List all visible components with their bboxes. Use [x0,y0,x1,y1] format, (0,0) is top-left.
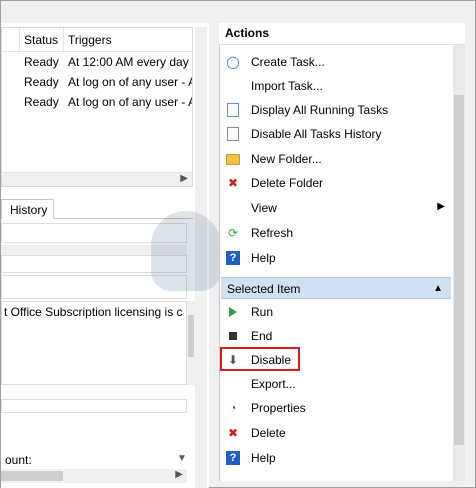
blank-icon [225,376,241,392]
action-delete[interactable]: ✖ Delete [221,422,451,444]
action-label: End [251,329,273,343]
folder-icon [225,151,241,167]
action-import-task[interactable]: Import Task... [221,75,451,97]
action-label: Import Task... [251,79,323,93]
scroll-thumb[interactable] [454,95,464,445]
refresh-icon: ⟳ [227,226,239,240]
description-field[interactable]: t Office Subscription licensing is c [1,301,187,385]
action-label: Delete Folder [251,176,324,190]
status-cell: Ready [24,75,59,89]
action-label: Properties [251,401,306,415]
task-list-horizontal-scrollbar[interactable]: ▶ [2,172,192,186]
action-delete-folder[interactable]: ✖ Delete Folder [221,172,451,194]
count-label: ount: [5,453,32,467]
disable-highlight-box [220,347,300,371]
history-icon [225,126,241,142]
action-properties[interactable]: ◔ Properties [221,397,451,419]
column-header-status[interactable]: Status [20,28,64,51]
task-list-header: Status Triggers [2,28,192,52]
action-label: Create Task... [251,55,325,69]
blank-icon [225,200,241,216]
end-icon [225,328,241,344]
table-row[interactable]: Ready At log on of any user - Afte [2,92,192,112]
running-tasks-icon [225,102,241,118]
help-icon: ? [225,450,241,466]
details-field[interactable] [1,223,187,243]
task-list[interactable]: Status Triggers Ready At 12:00 AM every … [1,27,193,187]
action-label: Run [251,305,274,319]
details-tabs: History [1,199,193,219]
details-separator [1,245,187,255]
action-label: Delete [251,426,286,440]
trigger-cell: At 12:00 AM every day [68,55,189,69]
details-field[interactable] [1,255,187,273]
details-horizontal-scrollbar[interactable]: ▶ [1,469,187,483]
selected-item-header[interactable]: Selected Item ▲ [221,277,451,299]
action-label: New Folder... [251,152,322,166]
action-label: Help [251,251,276,265]
action-view[interactable]: View ▶ [221,197,451,219]
action-help[interactable]: ? Help [221,247,451,269]
left-pane-scrollbar[interactable] [195,27,207,488]
action-refresh[interactable]: ⟳ Refresh [221,222,451,244]
delete-icon: ✖ [227,176,239,190]
action-new-folder[interactable]: New Folder... [221,148,451,170]
action-label: View [251,201,277,215]
action-disable-tasks-history[interactable]: Disable All Tasks History [221,123,451,145]
action-label: Disable All Tasks History [251,127,382,141]
status-cell: Ready [24,55,59,69]
action-export[interactable]: Export... [221,373,451,395]
collapse-caret-icon[interactable]: ▲ [433,283,443,294]
blank-icon [225,78,241,94]
scroll-right-icon[interactable]: ▶ [175,469,183,480]
action-end[interactable]: End [221,325,451,347]
create-task-icon: ◯ [226,55,240,69]
trigger-cell: At log on of any user - Afte [68,75,192,89]
status-cell: Ready [24,95,59,109]
scroll-thumb[interactable] [1,471,63,481]
actions-title: Actions [219,23,465,45]
left-pane: Status Triggers Ready At 12:00 AM every … [1,23,209,488]
submenu-arrow-icon: ▶ [437,201,445,212]
scroll-right-icon[interactable]: ▶ [180,173,188,184]
table-row[interactable]: Ready At log on of any user - Afte [2,72,192,92]
run-icon [225,304,241,320]
column-header-triggers[interactable]: Triggers [64,28,192,51]
action-display-running-tasks[interactable]: Display All Running Tasks [221,99,451,121]
column-header-name[interactable] [2,28,20,51]
delete-icon: ✖ [227,426,239,440]
description-scrollbar[interactable] [187,301,195,385]
action-help-selected[interactable]: ? Help [221,447,451,469]
action-label: Help [251,451,276,465]
tab-history[interactable]: History [1,199,55,219]
action-label: Display All Running Tasks [251,103,389,117]
scroll-thumb[interactable] [188,315,194,357]
action-create-task[interactable]: ◯ Create Task... [221,51,451,73]
actions-scrollbar[interactable] [453,45,465,481]
scroll-down-icon[interactable]: ▼ [177,453,187,464]
trigger-cell: At log on of any user - Afte [68,95,192,109]
properties-icon: ◔ [229,401,237,415]
details-field[interactable] [1,275,187,299]
action-run[interactable]: Run [221,301,451,323]
selected-item-title: Selected Item [227,282,301,296]
action-label: Export... [251,377,296,391]
action-label: Refresh [251,226,294,240]
table-row[interactable]: Ready At 12:00 AM every day [2,52,192,72]
task-scheduler-window: Status Triggers Ready At 12:00 AM every … [0,0,476,488]
details-field[interactable] [1,399,187,413]
help-icon: ? [225,250,241,266]
